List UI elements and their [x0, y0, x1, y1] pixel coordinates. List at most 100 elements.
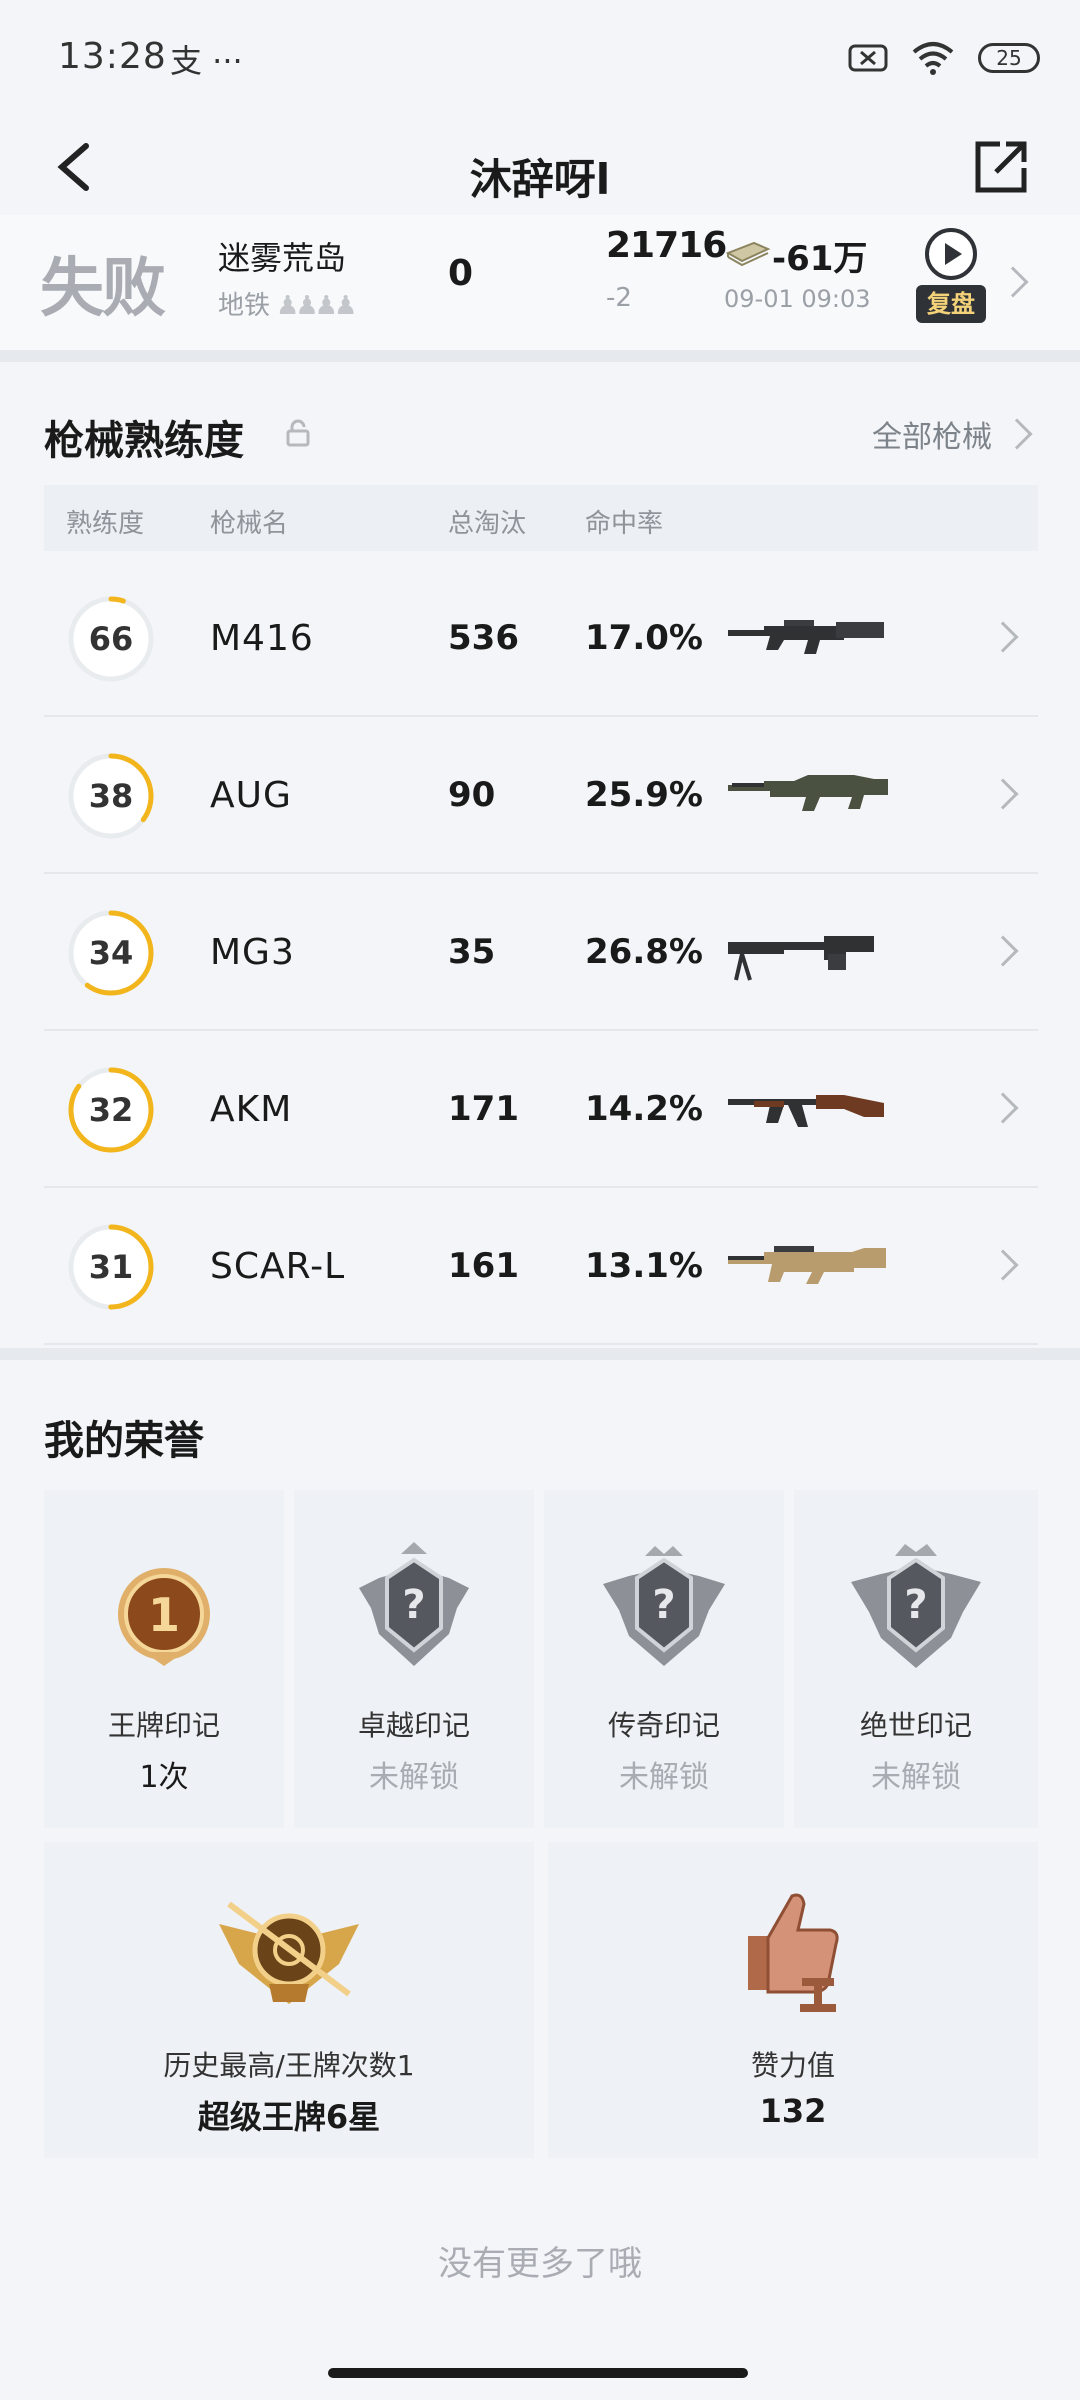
match-kills: 0	[448, 253, 474, 294]
aug-rifle-icon	[728, 775, 888, 811]
chevron-right-icon	[987, 621, 1019, 653]
honor-name: 卓越印记	[357, 1709, 470, 1742]
locked-badge-icon: ?	[603, 1546, 725, 1666]
honor-name: 绝世印记	[859, 1709, 972, 1742]
weapon-kills: 90	[448, 775, 496, 815]
honors-title: 我的荣誉	[44, 1418, 204, 1464]
scar-l-rifle-icon	[728, 1246, 886, 1284]
wifi-icon	[912, 42, 954, 75]
weapon-row[interactable]: 34 MG3 35 26.8%	[44, 874, 1038, 1031]
lock-icon	[286, 419, 310, 447]
mastery-level: 34	[88, 934, 134, 972]
honor-card-ace[interactable]: 1 王牌印记 1次	[44, 1490, 284, 1828]
chevron-right-icon	[987, 1092, 1019, 1124]
header-name: 枪械名	[210, 509, 289, 539]
svg-text:1: 1	[148, 1588, 180, 1642]
weapon-row[interactable]: 31 SCAR-L 161 13.1%	[44, 1188, 1038, 1345]
chevron-right-icon	[987, 1249, 1019, 1281]
thumbs-up-trophy-icon	[748, 1893, 839, 2012]
battery-level: 25	[996, 46, 1022, 70]
weapon-kills: 161	[448, 1246, 519, 1286]
chevron-right-icon	[997, 266, 1029, 298]
battery-icon: 25	[978, 43, 1040, 73]
highest-rank-label: 历史最高/王牌次数1	[163, 2049, 415, 2082]
ace-rank-emblem-icon	[219, 1901, 359, 2004]
honor-card-legend[interactable]: ? 传奇印记 未解锁	[544, 1490, 784, 1828]
honor-value: 未解锁	[619, 1760, 709, 1795]
honor-card-supreme[interactable]: ? 绝世印记 未解锁	[794, 1490, 1038, 1828]
weapon-row[interactable]: 38 AUG 90 25.9%	[44, 717, 1038, 874]
all-weapons-link[interactable]: 全部枪械	[872, 412, 1033, 456]
honor-card-excellent[interactable]: ? 卓越印记 未解锁	[294, 1490, 534, 1828]
recent-match-row[interactable]: 失败 迷雾荒岛 地铁 ♟♟♟♟ 0 21716 -2 -61万 09-01 09:…	[0, 215, 1080, 350]
status-time: 13:28	[58, 36, 167, 77]
match-datetime: 09-01 09:03	[724, 285, 871, 313]
weapon-accuracy: 26.8%	[585, 932, 703, 972]
likes-value: 132	[759, 2092, 827, 2130]
ace-mark-badge-icon: 1	[118, 1568, 210, 1666]
weapon-table-header: 熟练度 枪械名 总淘汰 命中率	[44, 485, 1038, 551]
match-map: 迷雾荒岛	[218, 239, 347, 277]
akm-rifle-icon	[728, 1095, 884, 1127]
cash-stack-icon	[725, 241, 771, 267]
locked-badge-icon: ?	[359, 1542, 469, 1666]
all-weapons-label: 全部枪械	[872, 420, 992, 455]
weapon-kills: 35	[448, 932, 496, 972]
chevron-right-icon	[987, 778, 1019, 810]
match-rank-points: 21716	[606, 225, 727, 266]
svg-text:?: ?	[652, 1582, 675, 1628]
weapon-accuracy: 17.0%	[585, 618, 703, 658]
weapon-name: SCAR-L	[210, 1246, 346, 1287]
m416-rifle-icon	[728, 620, 884, 654]
weapon-accuracy: 25.9%	[585, 775, 703, 815]
honor-card-highest-rank[interactable]: 历史最高/王牌次数1 超级王牌6星	[44, 1842, 534, 2158]
weapon-row[interactable]: 66 M416 536 17.0%	[44, 560, 1038, 717]
match-result: 失败	[40, 252, 166, 326]
status-notification-icons: 支 ···	[170, 42, 243, 80]
highest-rank-value: 超级王牌6星	[197, 2098, 381, 2136]
honor-value: 未解锁	[369, 1760, 459, 1795]
chevron-right-icon	[987, 935, 1019, 967]
weapon-name: AUG	[210, 775, 292, 816]
header-mastery: 熟练度	[66, 509, 145, 539]
mastery-level: 38	[88, 777, 134, 815]
match-mode-label: 地铁	[218, 291, 271, 321]
weapon-mastery-title: 枪械熟练度	[44, 418, 244, 464]
replay-label: 复盘	[916, 285, 986, 323]
match-mode: 地铁 ♟♟♟♟	[218, 285, 357, 322]
likes-label: 赞力值	[750, 2049, 835, 2082]
chevron-right-icon	[1001, 418, 1033, 450]
weapon-name: MG3	[210, 932, 295, 973]
mastery-level: 32	[88, 1091, 134, 1129]
status-icons: 25	[848, 40, 1040, 76]
no-more-text: 没有更多了哦	[438, 2244, 642, 2284]
home-indicator[interactable]	[328, 2368, 748, 2378]
page-title: 沐辞呀l	[469, 155, 611, 204]
honor-value: 未解锁	[871, 1760, 961, 1795]
honor-card-likes[interactable]: 赞力值 132	[548, 1842, 1038, 2158]
weapon-kills: 171	[448, 1089, 519, 1129]
nav-bar: 沐辞呀l	[0, 110, 1080, 230]
header-kills: 总淘汰	[448, 509, 527, 539]
weapon-kills: 536	[448, 618, 519, 658]
squad-icon: ♟♟♟♟	[276, 291, 357, 321]
status-bar: 13:28 支 ··· 25	[0, 0, 1080, 110]
weapon-row[interactable]: 32 AKM 171 14.2%	[44, 1031, 1038, 1188]
honor-name: 传奇印记	[607, 1709, 720, 1742]
mastery-level: 66	[88, 620, 134, 658]
match-rank-delta: -2	[606, 283, 632, 313]
weapon-name: AKM	[210, 1089, 293, 1130]
share-icon[interactable]	[966, 132, 1036, 202]
replay-button[interactable]: 复盘	[916, 225, 986, 335]
section-divider	[0, 350, 1080, 362]
replay-icon	[925, 228, 977, 280]
locked-badge-icon: ?	[851, 1544, 981, 1668]
honor-name: 王牌印记	[107, 1709, 220, 1742]
honor-value: 1次	[139, 1760, 189, 1795]
weapon-accuracy: 13.1%	[585, 1246, 703, 1286]
mg3-machinegun-icon	[728, 936, 874, 981]
svg-text:?: ?	[904, 1582, 927, 1628]
section-divider	[0, 1348, 1080, 1360]
match-money: -61万	[772, 239, 868, 279]
weapon-name: M416	[210, 618, 314, 659]
